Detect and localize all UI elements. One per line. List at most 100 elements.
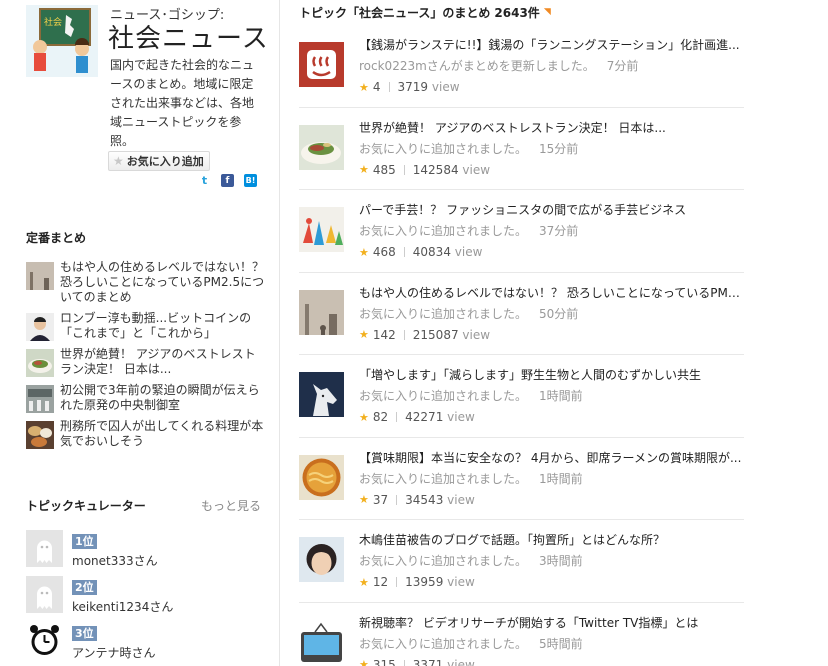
alarm-clock-avatar-icon xyxy=(26,622,63,659)
view-unit: view xyxy=(447,492,475,507)
topic-title[interactable]: 世界が絶賛！ アジアのベストレストラン決定！ 日本は... xyxy=(359,119,745,136)
twitter-icon[interactable]: t xyxy=(198,174,211,187)
category-description: 国内で起きた社会的なニュースのまとめ。地域に限定された出来事などは、各地域ニュー… xyxy=(110,58,255,148)
curator-name[interactable]: keikenti1234さん xyxy=(72,598,173,615)
view-unit: view xyxy=(454,245,483,259)
topic-time: 15分前 xyxy=(539,141,579,156)
facebook-icon[interactable]: f xyxy=(221,174,234,187)
add-favorite-button[interactable]: ★ お気に入り追加 xyxy=(108,151,210,171)
topic-meta: お気に入りに追加されました。 15分前 xyxy=(359,140,578,157)
topic-stats: ★ 315 3371 view xyxy=(359,658,475,666)
topic-title[interactable]: 【賞味期限】本当に安全なの？ 4月から、即席ラーメンの賞味期限が... xyxy=(359,449,745,466)
curator-name[interactable]: アンテナ時さん xyxy=(72,644,156,661)
topic-stats: ★ 142 215087 view xyxy=(359,328,490,342)
rank-badge: 1位 xyxy=(72,534,97,549)
topic-meta: お気に入りに追加されました。 3時間前 xyxy=(359,552,583,569)
curator-item[interactable]: 3位 アンテナ時さん xyxy=(26,622,173,661)
standard-item[interactable]: 初公開で3年前の緊迫の瞬間が伝えられた原発の中央制御室 xyxy=(26,383,266,413)
category-hero-image: 社会 xyxy=(26,5,98,77)
wolf-thumbnail xyxy=(299,372,344,417)
topic-title[interactable]: パーで手芸！？ ファッショニスタの間で広がる手芸ビジネス xyxy=(359,201,745,218)
curator-item[interactable]: 1位 monet333さん xyxy=(26,530,173,569)
rss-icon[interactable]: ◥ xyxy=(544,8,553,17)
curator-list: 1位 monet333さん 2位 keikenti1234さん 3位 アンテナ時… xyxy=(26,530,173,666)
topic-title[interactable]: 【銭湯がランステに!!】銭湯の「ランニングステーション」化計画進... xyxy=(359,36,745,53)
topic-activity: お気に入りに追加されました。 xyxy=(359,636,528,651)
star-icon: ★ xyxy=(359,575,369,589)
default-avatar-icon xyxy=(26,576,63,613)
topic-list: 【銭湯がランステに!!】銭湯の「ランニングステーション」化計画進... rock… xyxy=(299,25,745,666)
view-unit: view xyxy=(431,80,460,94)
topic-item[interactable]: 世界が絶賛！ アジアのベストレストラン決定！ 日本は... お気に入りに追加され… xyxy=(299,108,745,190)
curator-section-title: トピックキュレーター xyxy=(26,499,146,513)
curator-item[interactable]: 2位 keikenti1234さん xyxy=(26,576,173,615)
smog-thumbnail xyxy=(26,262,54,290)
topic-activity: お気に入りに追加されました。 xyxy=(359,471,528,486)
category-title: 社会ニュース xyxy=(108,24,269,54)
topic-activity: rock0223mさんがまとめを更新しました。 xyxy=(359,59,595,73)
topic-activity: お気に入りに追加されました。 xyxy=(359,554,528,568)
standard-item-title: もはや人の住めるレベルではない！？ 恐ろしいことになっているPM2.5についての… xyxy=(60,260,265,304)
topic-stats: ★ 12 13959 view xyxy=(359,575,475,589)
topic-meta: お気に入りに追加されました。 50分前 xyxy=(359,305,578,322)
favorite-count: 82 xyxy=(372,410,389,424)
food-thumbnail xyxy=(26,349,54,377)
standard-item[interactable]: 刑務所で囚人が出してくれる料理が本気でおいしそう xyxy=(26,419,266,449)
topic-title[interactable]: 「増やします」「減らします」野生生物と人間のむずかしい共生 xyxy=(359,366,745,383)
standard-item-title: 世界が絶賛！ アジアのベストレストラン決定！ 日本は... xyxy=(60,347,256,376)
topic-item[interactable]: 【銭湯がランステに!!】銭湯の「ランニングステーション」化計画進... rock… xyxy=(299,25,744,108)
topics-heading: トピック「社会ニュース」のまとめ 2643件 ◥ xyxy=(299,4,553,21)
standard-item-title: ロンブー淳も動揺...ビットコインの「これまで」と「これから」 xyxy=(60,311,252,340)
topic-item[interactable]: 木嶋佳苗被告のブログで話題。「拘置所」とはどんな所？ お気に入りに追加されました… xyxy=(299,520,744,603)
topic-activity: お気に入りに追加されました。 xyxy=(359,389,528,403)
rank-badge: 3位 xyxy=(72,626,97,641)
star-icon: ★ xyxy=(359,328,369,341)
view-count: 3371 xyxy=(412,657,444,666)
topic-stats: ★ 4 3719 view xyxy=(359,80,460,94)
control-room-thumbnail xyxy=(26,385,54,413)
rank-badge: 2位 xyxy=(72,580,97,595)
hatena-bookmark-icon[interactable]: B! xyxy=(244,174,257,187)
view-count: 42271 xyxy=(405,410,444,424)
curator-name[interactable]: monet333さん xyxy=(72,552,158,569)
topic-item[interactable]: 「増やします」「減らします」野生生物と人間のむずかしい共生 お気に入りに追加され… xyxy=(299,355,744,438)
topic-time: 1時間前 xyxy=(539,389,583,403)
smog-city-thumbnail xyxy=(299,289,344,335)
standard-section-title: 定番まとめ xyxy=(26,231,87,245)
hero-sign-text: 社会 xyxy=(44,16,62,28)
topic-item[interactable]: 新視聴率？ ビデオリサーチが開始する「Twitter TV指標」とは お気に入り… xyxy=(299,603,744,666)
twitter-tv-thumbnail xyxy=(299,619,344,665)
more-curators-link[interactable]: もっと見る xyxy=(201,497,261,514)
topic-item[interactable]: もはや人の住めるレベルではない！？ 恐ろしいことになっているPM2... お気に… xyxy=(299,273,745,355)
topic-title[interactable]: 新視聴率？ ビデオリサーチが開始する「Twitter TV指標」とは xyxy=(359,614,745,631)
view-count: 142584 xyxy=(412,162,459,177)
view-unit: view xyxy=(447,410,475,424)
view-count: 34543 xyxy=(405,492,444,507)
view-count: 40834 xyxy=(412,245,451,259)
standard-item[interactable]: もはや人の住めるレベルではない！？ 恐ろしいことになっているPM2.5についての… xyxy=(26,260,266,305)
topic-stats: ★ 37 34543 view xyxy=(359,493,475,507)
topic-title[interactable]: 木嶋佳苗被告のブログで話題。「拘置所」とはどんな所？ xyxy=(359,531,745,548)
topic-time: 50分前 xyxy=(539,306,579,321)
portrait-thumbnail xyxy=(299,537,344,582)
topic-stats: ★ 82 42271 view xyxy=(359,410,475,424)
topic-meta: お気に入りに追加されました。 1時間前 xyxy=(359,470,583,487)
standard-item[interactable]: 世界が絶賛！ アジアのベストレストラン決定！ 日本は... xyxy=(26,347,266,377)
topic-stats: ★ 485 142584 view xyxy=(359,163,490,177)
topic-item[interactable]: パーで手芸！？ ファッショニスタの間で広がる手芸ビジネス お気に入りに追加されま… xyxy=(299,190,744,273)
topic-meta: rock0223mさんがまとめを更新しました。 7分前 xyxy=(359,57,638,74)
standard-item[interactable]: ロンブー淳も動揺...ビットコインの「これまで」と「これから」 xyxy=(26,311,266,341)
view-unit: view xyxy=(447,657,475,666)
topic-item[interactable]: 【賞味期限】本当に安全なの？ 4月から、即席ラーメンの賞味期限が... お気に入… xyxy=(299,438,745,520)
star-icon: ★ xyxy=(359,658,369,666)
topic-stats: ★ 468 40834 view xyxy=(359,245,482,259)
favorite-count: 12 xyxy=(372,575,389,589)
restaurant-dish-thumbnail xyxy=(299,124,344,170)
star-icon: ★ xyxy=(359,410,369,424)
topic-meta: お気に入りに追加されました。 5時間前 xyxy=(359,635,583,652)
topic-activity: お気に入りに追加されました。 xyxy=(359,306,528,321)
topic-title[interactable]: もはや人の住めるレベルではない！？ 恐ろしいことになっているPM2... xyxy=(359,284,745,301)
craft-thumbnail xyxy=(299,207,344,252)
view-unit: view xyxy=(462,327,491,342)
meal-thumbnail xyxy=(26,421,54,449)
